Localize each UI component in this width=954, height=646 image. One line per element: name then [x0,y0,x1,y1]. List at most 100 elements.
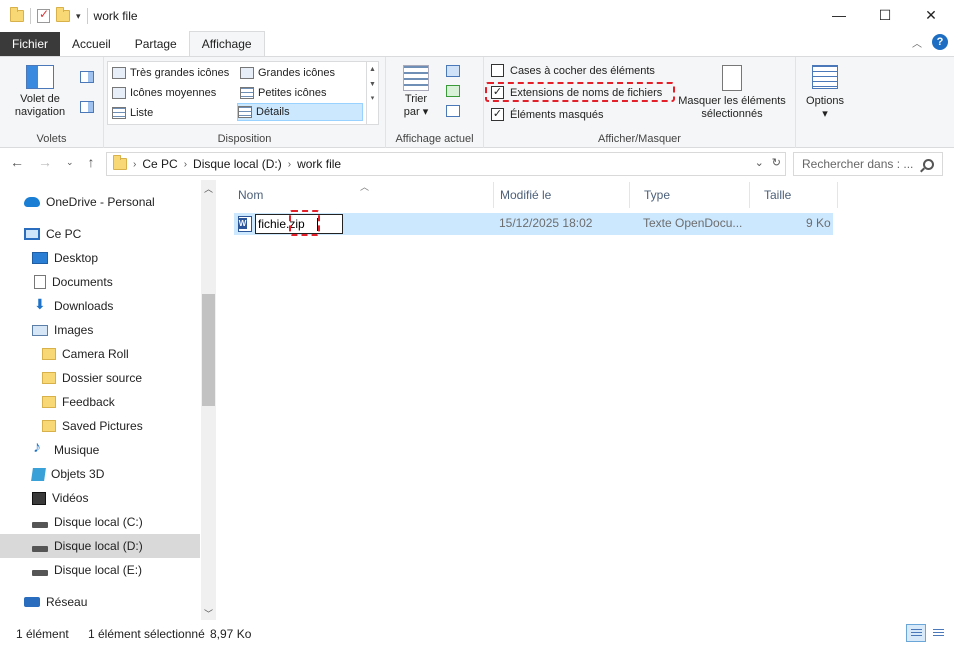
group-label-afficher-masquer: Afficher/Masquer [598,133,681,145]
recent-locations-icon[interactable]: ⌄ [66,157,74,168]
navigation-pane-button[interactable]: Volet de navigation [8,65,72,119]
details-pane-icon[interactable] [80,101,94,113]
up-icon[interactable]: ↑ [88,154,95,170]
chevron-down-icon[interactable]: ⌄ [755,156,764,169]
large-icons-view-icon[interactable] [928,624,948,642]
hidden-items-toggle[interactable]: ✓ Éléments masqués [491,108,604,121]
options-label: Options [806,95,844,107]
layout-label: Détails [256,106,290,118]
chevron-right-icon[interactable]: › [184,159,187,170]
preview-pane-icon[interactable] [80,71,94,83]
address-bar[interactable]: › Ce PC › Disque local (D:) › work file … [106,152,786,176]
item-checkboxes-toggle[interactable]: Cases à cocher des éléments [491,64,655,77]
column-header-name[interactable]: Nom ︿ [224,182,494,208]
network-icon [24,597,40,607]
table-row[interactable]: fichie.zip 15/12/2025 18:02 Texte OpenDo… [234,210,833,236]
breadcrumb-item[interactable]: Disque local (D:) [193,157,282,171]
navigation-pane-icon [26,65,54,89]
back-icon[interactable]: ← [10,154,24,170]
search-icon [923,158,934,170]
sidebar-item-label: Disque local (C:) [54,515,143,529]
small-icons-icon [240,87,254,99]
scroll-up-icon[interactable]: ︿ [201,182,216,195]
sidebar-item-objets-3d[interactable]: Objets 3D [0,462,200,486]
minimize-button[interactable]: — [816,0,862,30]
sidebar-item-label: Objets 3D [51,467,105,481]
properties-icon[interactable] [37,7,50,23]
layout-small-icons[interactable]: Petites icônes [240,84,326,102]
details-view-icon[interactable] [906,624,926,642]
navigation-pane: OneDrive - Personal Ce PC Desktop Docume… [0,180,216,620]
checkbox-checked[interactable]: ✓ [491,108,504,121]
tab-accueil[interactable]: Accueil [60,32,123,56]
tab-partage[interactable]: Partage [123,32,189,56]
size-columns-icon[interactable] [446,105,460,117]
chevron-right-icon[interactable]: › [133,159,136,170]
sidebar-item-dossier-source[interactable]: Dossier source [0,366,200,390]
sidebar-scrollbar[interactable]: ︿ ﹀ [201,180,216,620]
column-label: Modifié le [500,188,552,202]
folder-icon [42,372,56,384]
chevron-right-icon[interactable]: › [288,159,291,170]
download-icon [34,296,48,313]
sort-by-button[interactable]: Trier par ▾ [396,65,436,119]
sidebar-item-images[interactable]: Images [0,318,200,342]
sidebar-item-disk-c[interactable]: Disque local (C:) [0,510,200,534]
options-button[interactable]: Options ▾ [800,65,850,121]
collapse-ribbon-icon[interactable]: ︿ [912,35,922,50]
sidebar-item-desktop[interactable]: Desktop [0,246,200,270]
sidebar-item-this-pc[interactable]: Ce PC [0,222,200,246]
highlight-annotation [289,210,320,236]
gallery-scroll[interactable]: ▲ ▼ ▾ [366,62,378,124]
close-button[interactable]: ✕ [908,0,954,30]
checkbox-label: Éléments masqués [510,108,604,121]
tab-fichier[interactable]: Fichier [0,32,61,56]
help-icon[interactable]: ? [932,34,948,50]
sidebar-item-label: Desktop [54,251,99,265]
sidebar-item-camera-roll[interactable]: Camera Roll [0,342,200,366]
sidebar-item-disk-d[interactable]: Disque local (D:) [0,534,200,558]
sidebar-item-saved-pictures[interactable]: Saved Pictures [0,414,200,438]
layout-label: Icônes moyennes [130,87,217,99]
hide-label-1: Masquer les éléments [678,95,786,107]
customize-quick-access-icon[interactable]: ▾ [76,11,81,22]
column-header-modified[interactable]: Modifié le [486,182,630,208]
checkbox-unchecked[interactable] [491,64,504,77]
column-header-size[interactable]: Taille [750,182,838,208]
forward-icon[interactable]: → [38,154,52,170]
maximize-button[interactable]: ☐ [862,0,908,30]
add-columns-icon[interactable] [446,85,460,97]
layout-list[interactable]: Liste [112,104,153,122]
sidebar-item-disk-e[interactable]: Disque local (E:) [0,558,200,582]
column-header-type[interactable]: Type [630,182,750,208]
layout-details[interactable]: Détails [237,103,363,121]
new-folder-icon[interactable] [56,7,70,22]
sidebar-item-musique[interactable]: Musique [0,438,200,462]
cloud-icon [24,197,40,207]
search-input[interactable]: Rechercher dans : ... [793,152,943,176]
file-modified: 15/12/2025 18:02 [499,216,593,230]
layout-medium-icons[interactable]: Icônes moyennes [112,84,216,102]
breadcrumb-item[interactable]: work file [297,157,341,171]
hide-selected-button[interactable]: Masquer les éléments sélectionnés [676,65,788,121]
refresh-icon[interactable]: ↻ [772,156,781,169]
sidebar-item-documents[interactable]: Documents [0,270,200,294]
quick-access-toolbar: ▾ [0,7,88,24]
details-icon [238,106,252,118]
sidebar-item-videos[interactable]: Vidéos [0,486,200,510]
layout-large-icons[interactable]: Grandes icônes [240,64,335,82]
sidebar-item-downloads[interactable]: Downloads [0,294,200,318]
extra-large-icons-icon [112,67,126,79]
sidebar-item-feedback[interactable]: Feedback [0,390,200,414]
hide-label-2: sélectionnés [701,108,763,120]
scroll-down-icon[interactable]: ﹀ [201,607,216,620]
sidebar-item-onedrive[interactable]: OneDrive - Personal [0,190,200,214]
sidebar-item-reseau[interactable]: Réseau [0,590,200,614]
layout-extra-large-icons[interactable]: Très grandes icônes [112,64,229,82]
group-by-icon[interactable] [446,65,460,77]
tab-affichage[interactable]: Affichage [188,31,265,56]
status-selection: 1 élément sélectionné [88,627,205,641]
breadcrumb-item[interactable]: Ce PC [142,157,177,171]
scrollbar-thumb[interactable] [202,294,215,406]
folder-icon [113,155,127,170]
